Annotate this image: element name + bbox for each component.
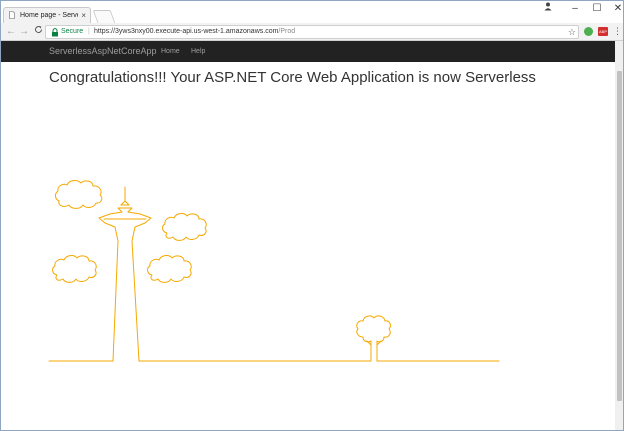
back-arrow-icon[interactable]: ← — [5, 25, 17, 38]
minimize-button[interactable]: – — [566, 2, 584, 16]
tab-title: Home page - Serverless — [20, 12, 78, 19]
cloud-icon-3 — [52, 255, 97, 283]
tab-close-icon[interactable]: × — [81, 8, 86, 23]
seattle-skyline-illustration — [48, 180, 500, 362]
close-window-button[interactable]: ✕ — [609, 2, 623, 16]
cloud-icon-2 — [162, 213, 207, 241]
forward-arrow-icon[interactable]: → — [18, 25, 30, 38]
browser-window: Home page - Serverless × – ☐ ✕ ← → Secu — [0, 0, 624, 431]
maximize-button[interactable]: ☐ — [588, 2, 606, 16]
browser-tab-home[interactable]: Home page - Serverless × — [3, 7, 91, 23]
browser-menu-icon[interactable]: ⋮ — [613, 25, 622, 38]
url-text: https://3yws3nxy00.execute-api.us-west-1… — [94, 26, 295, 38]
cloud-icon-4 — [147, 255, 192, 283]
url-path: /Prod — [278, 28, 296, 35]
page-icon — [9, 11, 15, 19]
browser-toolbar: ← → Secure | https://3yws3nxy00.execute-… — [1, 23, 623, 41]
tab-strip: Home page - Serverless × – ☐ ✕ — [1, 1, 623, 23]
space-needle-icon — [98, 186, 152, 362]
cloud-icon-1 — [55, 180, 103, 209]
web-page: ServerlessAspNetCoreApp Home Help Congra… — [1, 41, 615, 430]
address-bar[interactable]: Secure | https://3yws3nxy00.execute-api.… — [45, 25, 579, 39]
reload-icon[interactable] — [32, 25, 44, 38]
extension-icon-green[interactable] — [584, 27, 593, 36]
reload-icon-svg — [34, 26, 42, 33]
user-icon[interactable] — [539, 2, 557, 16]
url-separator: | — [88, 28, 90, 35]
lock-icon — [52, 28, 58, 37]
tree-icon — [356, 315, 391, 362]
bookmark-star-icon[interactable]: ☆ — [568, 26, 576, 38]
url-host: https://3yws3nxy00.execute-api.us-west-1… — [94, 28, 279, 35]
new-tab-button[interactable] — [92, 10, 116, 23]
extension-icon-red[interactable]: ABP — [598, 27, 608, 36]
secure-label: Secure — [61, 28, 84, 35]
page-scrollbar[interactable] — [615, 41, 623, 430]
user-icon-svg — [544, 2, 552, 11]
scrollbar-thumb[interactable] — [617, 71, 622, 401]
